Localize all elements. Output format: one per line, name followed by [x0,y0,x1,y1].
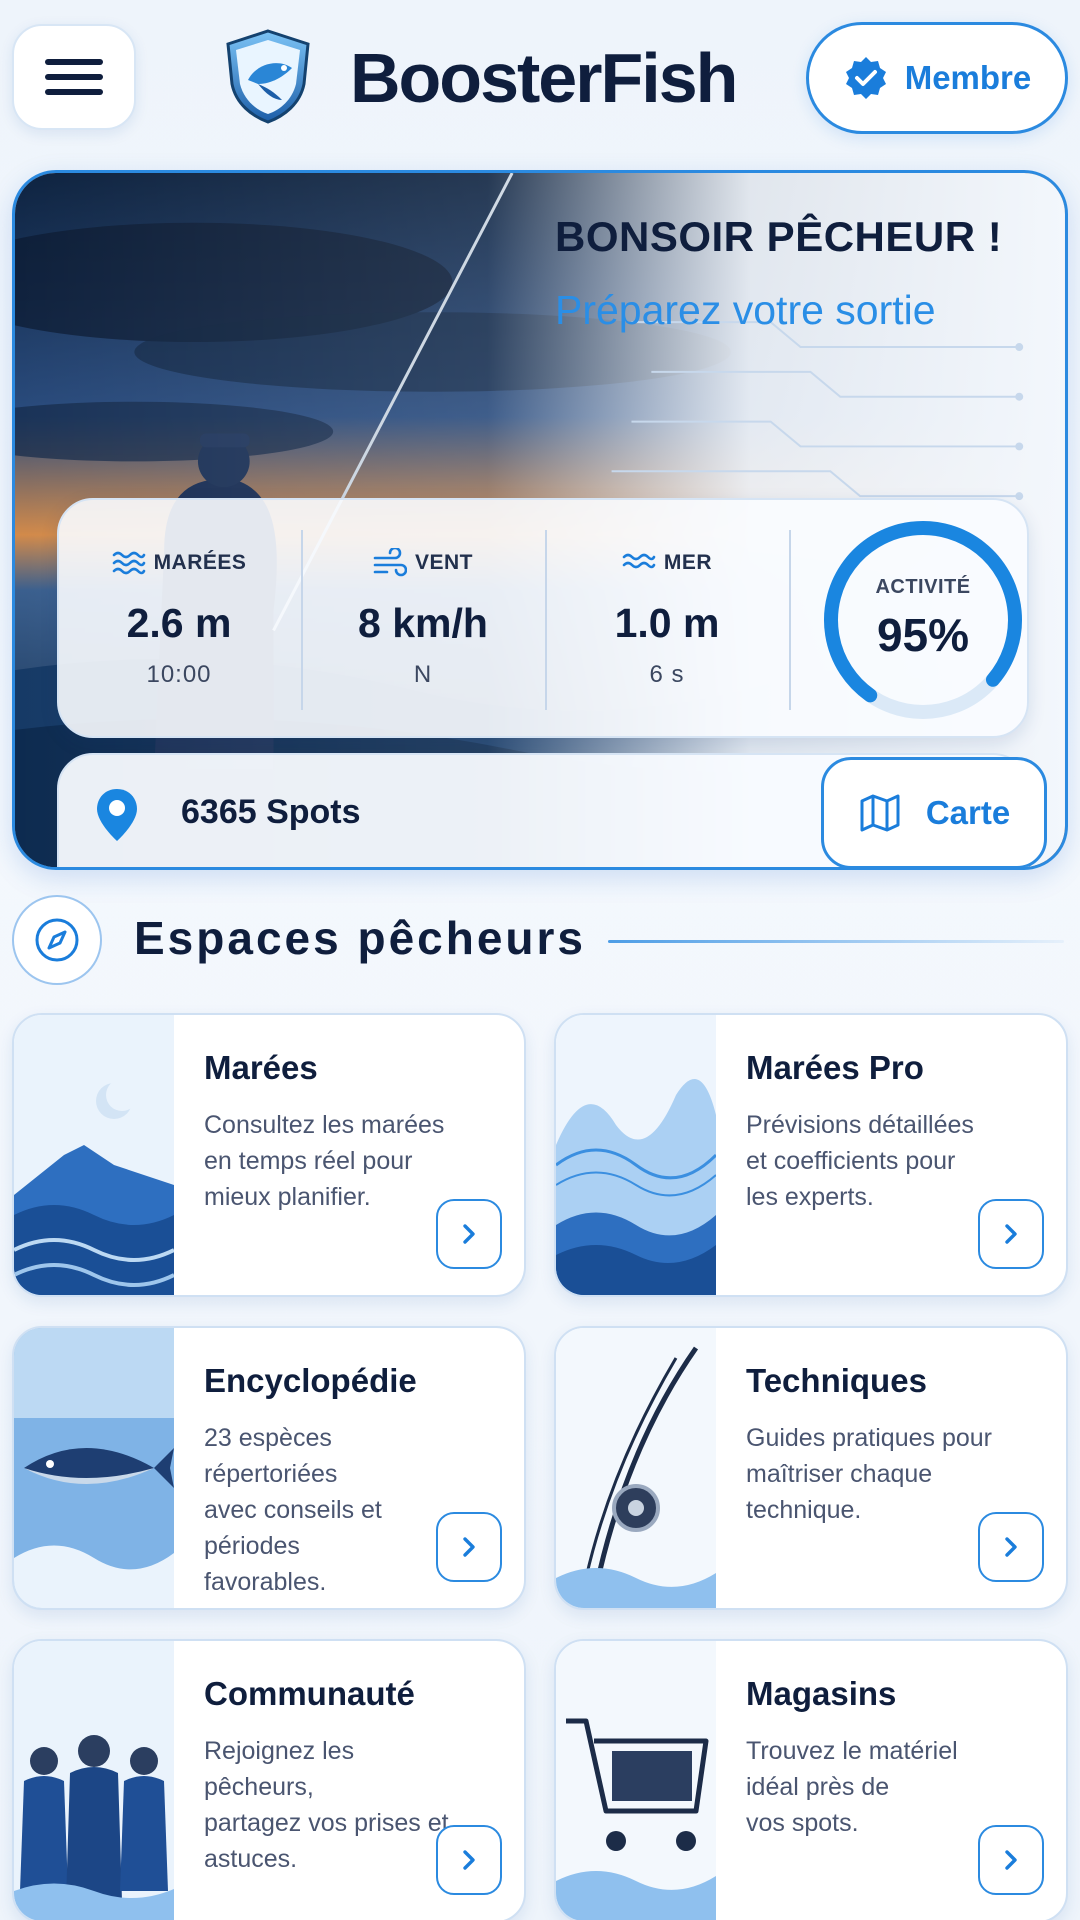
tile-title: Techniques [746,1362,927,1399]
fishermen-group-image [14,1641,174,1920]
open-button[interactable] [436,1825,502,1895]
compass-icon [12,895,102,985]
chevron-right-icon [463,1537,475,1557]
stat-divider [789,530,791,710]
app-header: BoosterFish Membre [0,0,1080,160]
verified-badge-icon [845,57,886,99]
map-icon [860,794,900,832]
conditions-panel: MARÉES 2.6 m 10:00 VENT 8 km/h N MER 1.0… [57,498,1029,738]
tides-value: 2.6 m [126,600,232,646]
open-button[interactable] [978,1199,1044,1269]
hamburger-icon [45,50,103,104]
fishing-rod-reel-image [556,1328,716,1608]
map-button[interactable]: Carte [821,757,1047,867]
wind-value: 8 km/h [358,600,488,646]
tile-marees-pro[interactable]: Marées Pro Prévisions détaillées et coef… [554,1013,1068,1297]
tile-title: Marées [204,1049,318,1086]
shopping-cart-image [556,1641,716,1920]
member-button[interactable]: Membre [806,22,1068,134]
chevron-right-icon [1005,1850,1017,1870]
sea-stat: MER 1.0 m 6 s [547,500,787,740]
tides-moon-wave-image [14,1015,174,1295]
open-button[interactable] [436,1512,502,1582]
tile-title: Communauté [204,1675,415,1712]
chevron-right-icon [463,1850,475,1870]
section-title: Espaces pêcheurs [134,912,587,964]
section-divider [608,940,1064,943]
wind-stat: VENT 8 km/h N [303,500,543,740]
chevron-right-icon [1005,1537,1017,1557]
wind-direction: N [413,661,433,688]
location-pin-icon [97,789,137,841]
spots-bar: 6365 Spots Carte [57,753,1047,867]
activity-value: 95% [876,609,970,661]
waves-icon [112,551,145,575]
hero-greeting: BONSOIR PÊCHEUR ! Préparez votre sortie [555,213,1025,334]
greeting-title: BONSOIR PÊCHEUR ! [555,213,1003,260]
tile-marees[interactable]: Marées Consultez les marées en temps rée… [12,1013,526,1297]
tides-stat: MARÉES 2.6 m 10:00 [59,500,299,740]
tides-label: MARÉES [153,551,247,574]
tile-encyclopedie[interactable]: Encyclopédie 23 espèces répertoriées ave… [12,1326,526,1610]
tides-time: 10:00 [146,661,212,688]
tile-title: Magasins [746,1675,897,1712]
open-button[interactable] [978,1512,1044,1582]
spots-count: 6365 Spots [181,793,361,831]
hero-card: BONSOIR PÊCHEUR ! Préparez votre sortie … [12,170,1068,870]
sea-value: 1.0 m [614,600,720,646]
chevron-right-icon [463,1224,475,1244]
open-button[interactable] [436,1199,502,1269]
activity-gauge: ACTIVITÉ 95% [813,510,1033,730]
section-header: Espaces pêcheurs [12,893,1068,989]
map-label: Carte [925,794,1011,831]
tile-title: Marées Pro [746,1049,924,1086]
tile-techniques[interactable]: Techniques Guides pratiques pour maîtris… [554,1326,1068,1610]
fish-shield-logo-icon [226,29,310,124]
sea-label: MER [663,551,713,574]
sea-icon [622,553,656,569]
activity-label: ACTIVITÉ [875,576,971,598]
member-label: Membre [904,59,1032,96]
app-brand-name: BoosterFish [350,39,738,117]
greeting-subtitle: Préparez votre sortie [555,287,936,333]
tile-magasins[interactable]: Magasins Trouvez le matériel idéal près … [554,1639,1068,1920]
wind-label: VENT [414,551,473,574]
tile-communaute[interactable]: Communauté Rejoignez les pêcheurs, parta… [12,1639,526,1920]
menu-button[interactable] [12,24,136,130]
tide-chart-wave-image [556,1015,716,1295]
wind-icon [373,548,407,577]
tuna-fish-image [14,1328,174,1608]
sea-period: 6 s [649,661,685,688]
open-button[interactable] [978,1825,1044,1895]
chevron-right-icon [1005,1224,1017,1244]
tile-title: Encyclopédie [204,1362,417,1399]
